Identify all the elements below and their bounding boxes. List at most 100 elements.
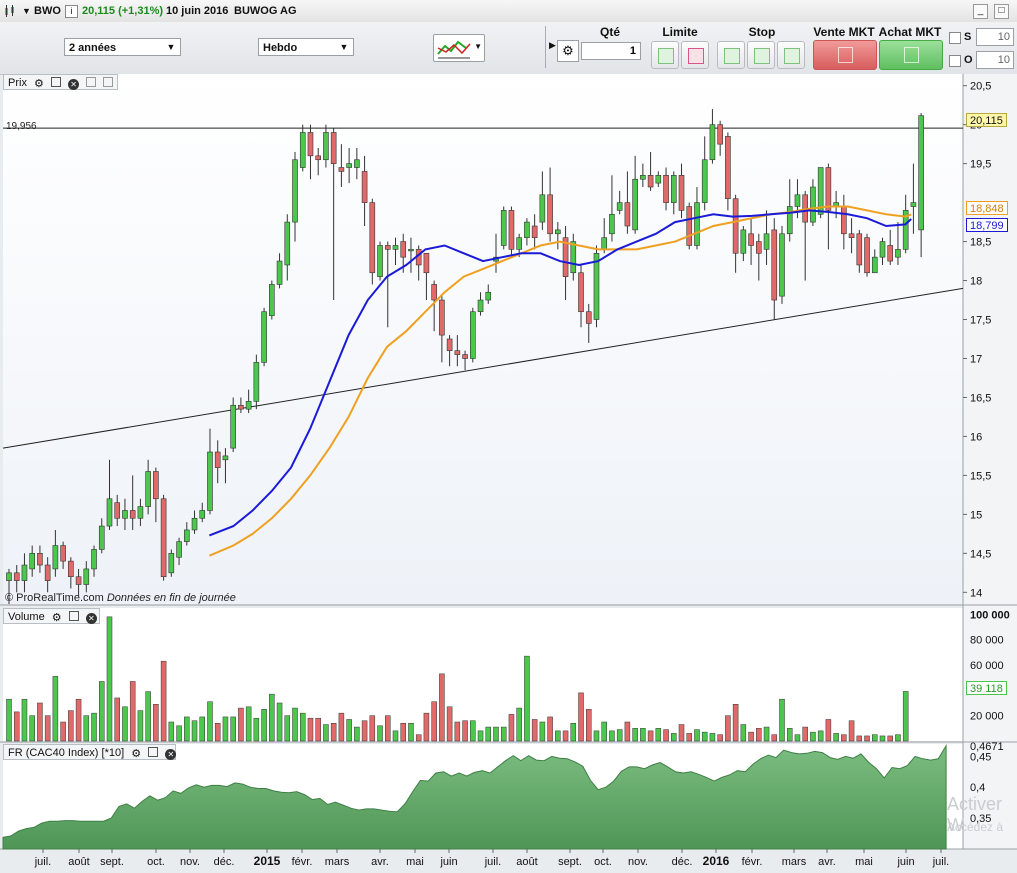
volume-bar [701,731,708,742]
o-label: O [964,54,973,66]
candle [222,455,229,461]
s-value-input[interactable] [976,28,1014,46]
candle [199,510,206,519]
volume-pane-label[interactable]: Volume ⚙ ✕ [3,608,100,624]
wrench-icon[interactable]: ⚙ [557,40,579,62]
period-select[interactable]: 2 années ▼ [64,38,181,56]
volume-bar [91,712,97,742]
s-checkbox[interactable] [949,32,961,44]
window-icon[interactable] [51,77,62,87]
close-icon[interactable]: ✕ [85,613,97,624]
candle [98,525,105,550]
volume-bar [346,719,352,742]
volume-bar [678,724,685,742]
sell-market-button[interactable] [813,40,877,70]
candle [330,132,337,164]
stop-buy-button[interactable] [717,41,745,69]
volume-bar [640,728,646,742]
stop-mid-button[interactable] [747,41,775,69]
volume-bar [539,721,546,742]
candle [678,175,685,211]
window-icon[interactable] [68,611,79,621]
candle [323,132,329,161]
volume-last-badge: 39 118 [966,681,1007,695]
quantity-input[interactable] [581,42,641,60]
stop-sell-button[interactable] [777,41,805,69]
candle [338,167,345,172]
volume-tick-label: 80 000 [970,635,1004,647]
time-tick-label: avr. [371,856,389,868]
wrench-icon[interactable]: ⚙ [52,610,62,624]
chevron-down-icon: ▼ [166,42,176,52]
volume-bar [500,726,507,742]
expand-arrow-icon[interactable]: ▶ [549,40,556,51]
volume-bar [887,735,893,742]
volume-bar [655,728,662,742]
candle [6,572,12,581]
candle [137,506,144,519]
candle [555,229,561,235]
symbol-menu-chevron-icon[interactable]: ▼ [22,6,31,16]
candle [307,132,314,157]
minimize-button[interactable]: _ [973,4,988,19]
volume-bar [323,724,329,742]
candle [810,186,816,223]
candle [114,502,121,519]
volume-tick-label: 60 000 [970,660,1004,672]
candle [740,229,747,254]
chevron-down-icon: ▼ [474,42,482,51]
close-icon[interactable]: ✕ [68,79,80,90]
info-icon[interactable]: i [65,5,78,18]
price-pane-label[interactable]: Prix ⚙ ✕ [3,74,118,90]
time-tick-label: oct. [594,856,612,868]
move-down-icon[interactable] [103,77,114,87]
candle [361,171,368,203]
candle [377,245,383,277]
volume-bar [694,729,700,742]
candle [771,229,778,301]
candle [37,553,43,566]
quote-date: 10 juin 2016 [166,5,229,17]
candle [670,175,677,203]
volume-bar [671,733,677,742]
volume-bar [44,715,51,742]
wrench-icon[interactable]: ⚙ [131,746,141,760]
volume-bar [253,717,260,742]
window-icon[interactable] [148,747,159,757]
time-tick-label: 2016 [703,854,730,868]
time-tick-label: mars [325,856,350,868]
symbol-label[interactable]: BWO [34,5,61,17]
time-tick-label: juin [896,856,914,868]
candle [191,517,198,531]
volume-bar [6,698,12,742]
candle [686,206,693,246]
cac-pane-label[interactable]: FR (CAC40 Index) [*10] ⚙ ✕ [3,744,177,760]
volume-bar [709,733,716,742]
volume-bar [632,728,638,742]
buy-market-button[interactable] [879,40,943,70]
candle [585,311,592,324]
activation-watermark-sub: Accédez à [947,820,1004,834]
wrench-icon[interactable]: ⚙ [34,76,44,90]
move-up-icon[interactable] [86,77,97,87]
o-value-input[interactable] [976,51,1014,69]
candle [647,175,654,188]
candle [153,471,159,500]
volume-bar [817,730,824,742]
price-pane-title: Prix [8,77,27,89]
limit-buy-button[interactable] [651,41,679,69]
candle [469,311,476,359]
candle [315,155,322,161]
frequency-select[interactable]: Hebdo ▼ [258,38,354,56]
maximize-button[interactable]: □ [994,4,1009,19]
time-tick-label: août [516,856,537,868]
candle [354,159,360,168]
limit-sell-button[interactable] [681,41,709,69]
volume-bar [245,706,252,742]
o-checkbox[interactable] [949,55,961,67]
time-tick-label: avr. [818,856,836,868]
candle [516,237,522,250]
close-icon[interactable]: ✕ [165,749,177,760]
indicators-button[interactable]: ▼ [433,34,485,62]
candle [29,553,35,570]
